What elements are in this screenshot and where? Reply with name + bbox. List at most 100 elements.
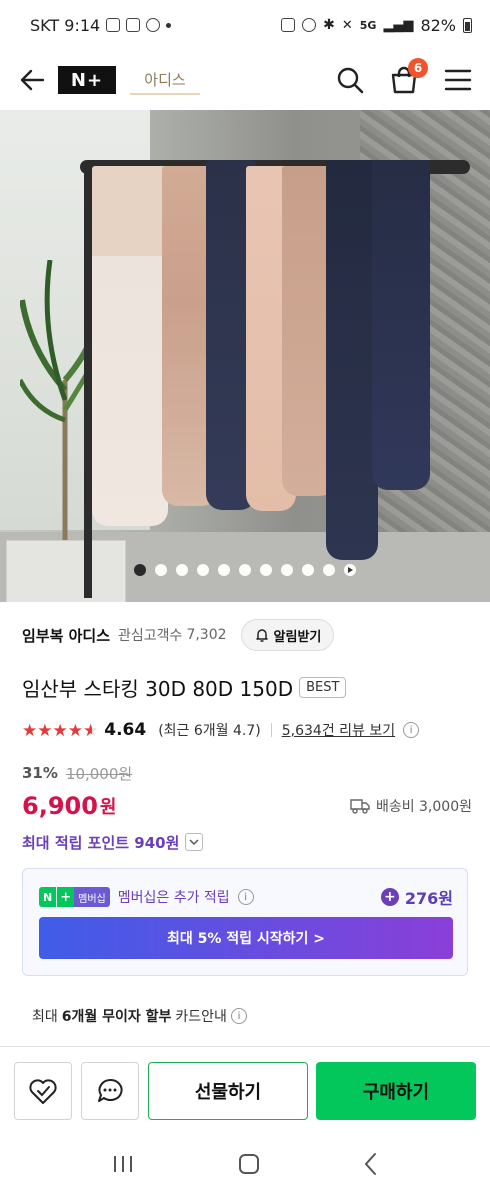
follower-count: 7,302 [186, 627, 227, 643]
alarm-subscribe-button[interactable]: 알림받기 [240, 619, 335, 651]
star-icon: ★ [67, 720, 83, 741]
membership-start-button[interactable]: 최대 5% 적립 시작하기 > [39, 917, 453, 959]
max-points-text: 최대 적립 포인트 940원 [22, 833, 180, 852]
menu-button[interactable] [442, 64, 474, 96]
discount-row: 31% 10,000원 [22, 762, 132, 784]
points-dropdown-button[interactable] [185, 833, 204, 851]
info-icon[interactable]: i [403, 722, 420, 738]
back-button[interactable] [16, 64, 48, 96]
price-row: 6,900 원 배송비 3,000원 [22, 788, 472, 824]
back-nav-button[interactable] [363, 1152, 379, 1180]
shipping-fee: 배송비 3,000원 [375, 799, 472, 815]
alarm-label: 알림받기 [273, 629, 322, 645]
lock-icon [281, 18, 296, 32]
home-button[interactable] [237, 1152, 261, 1180]
buy-button[interactable]: 구매하기 [316, 1062, 476, 1120]
membership-box: N + 멤버십 멤버십은 추가 적립 i + 276원 최대 5% 적립 시작하… [22, 868, 468, 976]
wishlist-button[interactable] [14, 1062, 72, 1120]
gallery-pagination [0, 564, 490, 576]
star-icon: ★ [52, 720, 68, 741]
divider [270, 723, 272, 737]
gallery-dot[interactable] [239, 564, 251, 576]
gallery-dot[interactable] [176, 564, 188, 576]
recent-apps-button[interactable] [111, 1154, 135, 1178]
carrier-time: SKT 9:14 [30, 15, 101, 35]
card-installment-bold: 6개월 무이자 할부 [61, 1009, 172, 1025]
back-arrow-icon [20, 69, 45, 91]
naver-plus-membership-badge: N + 멤버십 [39, 887, 110, 907]
rating-row: ★★★★★ 4.64 (최근 6개월 4.7) 5,634건 리뷰 보기 i [22, 716, 420, 744]
gallery-dot[interactable] [155, 564, 167, 576]
system-nav-bar [0, 1132, 490, 1200]
search-icon [337, 67, 364, 94]
card-suffix: 카드안내 [175, 1009, 227, 1025]
bell-plus-icon [255, 629, 268, 642]
gift-button[interactable]: 선물하기 [148, 1062, 308, 1120]
battery-label: 82% [420, 15, 456, 35]
shipping-info: 배송비 3,000원 [350, 796, 472, 816]
stocking-image [92, 166, 168, 526]
clothes-rack-leg [84, 168, 92, 598]
signal-icon: ▂▄▆ [383, 17, 414, 33]
original-price: 10,000원 [65, 764, 133, 783]
bluetooth-icon: ✱ [323, 17, 335, 33]
price-unit: 원 [99, 797, 117, 818]
membership-points: + 276원 [380, 885, 453, 909]
store-name-link[interactable]: 임부복 아디스 [22, 625, 110, 646]
info-icon[interactable]: i [237, 889, 254, 905]
home-notify-icon [106, 18, 121, 32]
play-icon [348, 567, 353, 573]
stocking-image [326, 160, 378, 560]
store-info-row: 임부복 아디스 관심고객수 7,302 알림받기 [22, 618, 472, 652]
gallery-dot[interactable] [134, 564, 146, 576]
rating-value: 4.64 [104, 720, 147, 740]
nplus-logo[interactable]: N+ [58, 66, 116, 94]
network-label: 5G [359, 18, 377, 32]
plus-circle-icon: + [380, 888, 399, 906]
sale-price: 6,900 [22, 792, 98, 820]
review-link[interactable]: 5,634건 리뷰 보기 [282, 720, 395, 740]
gallery-notify-icon [126, 18, 141, 32]
back-chevron-icon [364, 1153, 376, 1175]
membership-points-value: 276원 [404, 889, 453, 908]
star-icon: ★ [22, 720, 38, 741]
follower-label: 관심고객수 [118, 628, 183, 644]
gallery-dot[interactable] [260, 564, 272, 576]
star-icon: ★ [37, 720, 53, 741]
badge-n: N [39, 887, 57, 907]
gallery-dot[interactable] [323, 564, 335, 576]
home-icon [239, 1154, 259, 1174]
star-half-icon: ★ [83, 720, 99, 741]
card-prefix: 최대 [32, 1009, 58, 1025]
best-badge: BEST [299, 676, 347, 698]
membership-text: 멤버십은 추가 적립 [117, 890, 230, 906]
more-notify-dot-icon [166, 22, 172, 28]
gallery-dot[interactable] [197, 564, 209, 576]
bottom-action-bar: 선물하기 구매하기 [0, 1046, 490, 1132]
truck-icon [350, 799, 370, 814]
chevron-down-icon [189, 839, 199, 846]
mute-icon: ✕ [341, 17, 353, 33]
info-icon[interactable]: i [230, 1008, 247, 1024]
card-installment-row[interactable]: 최대 6개월 무이자 할부 카드안내 i [32, 1004, 247, 1028]
gallery-dot[interactable] [281, 564, 293, 576]
product-title-row: 임산부 스타킹 30D 80D 150D BEST [22, 670, 347, 704]
gallery-dot[interactable] [302, 564, 314, 576]
search-button[interactable] [334, 64, 366, 96]
badge-plus: + [56, 887, 75, 907]
store-logo[interactable]: 아디스 [130, 65, 200, 95]
rating-stars: ★★★★★ [22, 721, 98, 740]
cart-count-badge: 6 [408, 58, 428, 78]
app-header: N+ 아디스 6 [0, 50, 490, 110]
status-bar: SKT 9:14 ✱ ✕ 5G ▂▄▆ 82% [0, 0, 490, 50]
product-image-gallery[interactable] [0, 110, 490, 602]
recent-apps-icon [114, 1156, 132, 1172]
cart-button[interactable]: 6 [388, 58, 428, 96]
max-points-row[interactable]: 최대 적립 포인트 940원 [22, 828, 204, 856]
talk-talk-button[interactable] [81, 1062, 139, 1120]
product-title: 임산부 스타킹 30D 80D 150D [22, 676, 294, 701]
gallery-dot[interactable] [218, 564, 230, 576]
app-notify-icon [146, 18, 161, 32]
autoplay-button[interactable] [344, 564, 356, 576]
badge-membership: 멤버십 [74, 887, 110, 907]
